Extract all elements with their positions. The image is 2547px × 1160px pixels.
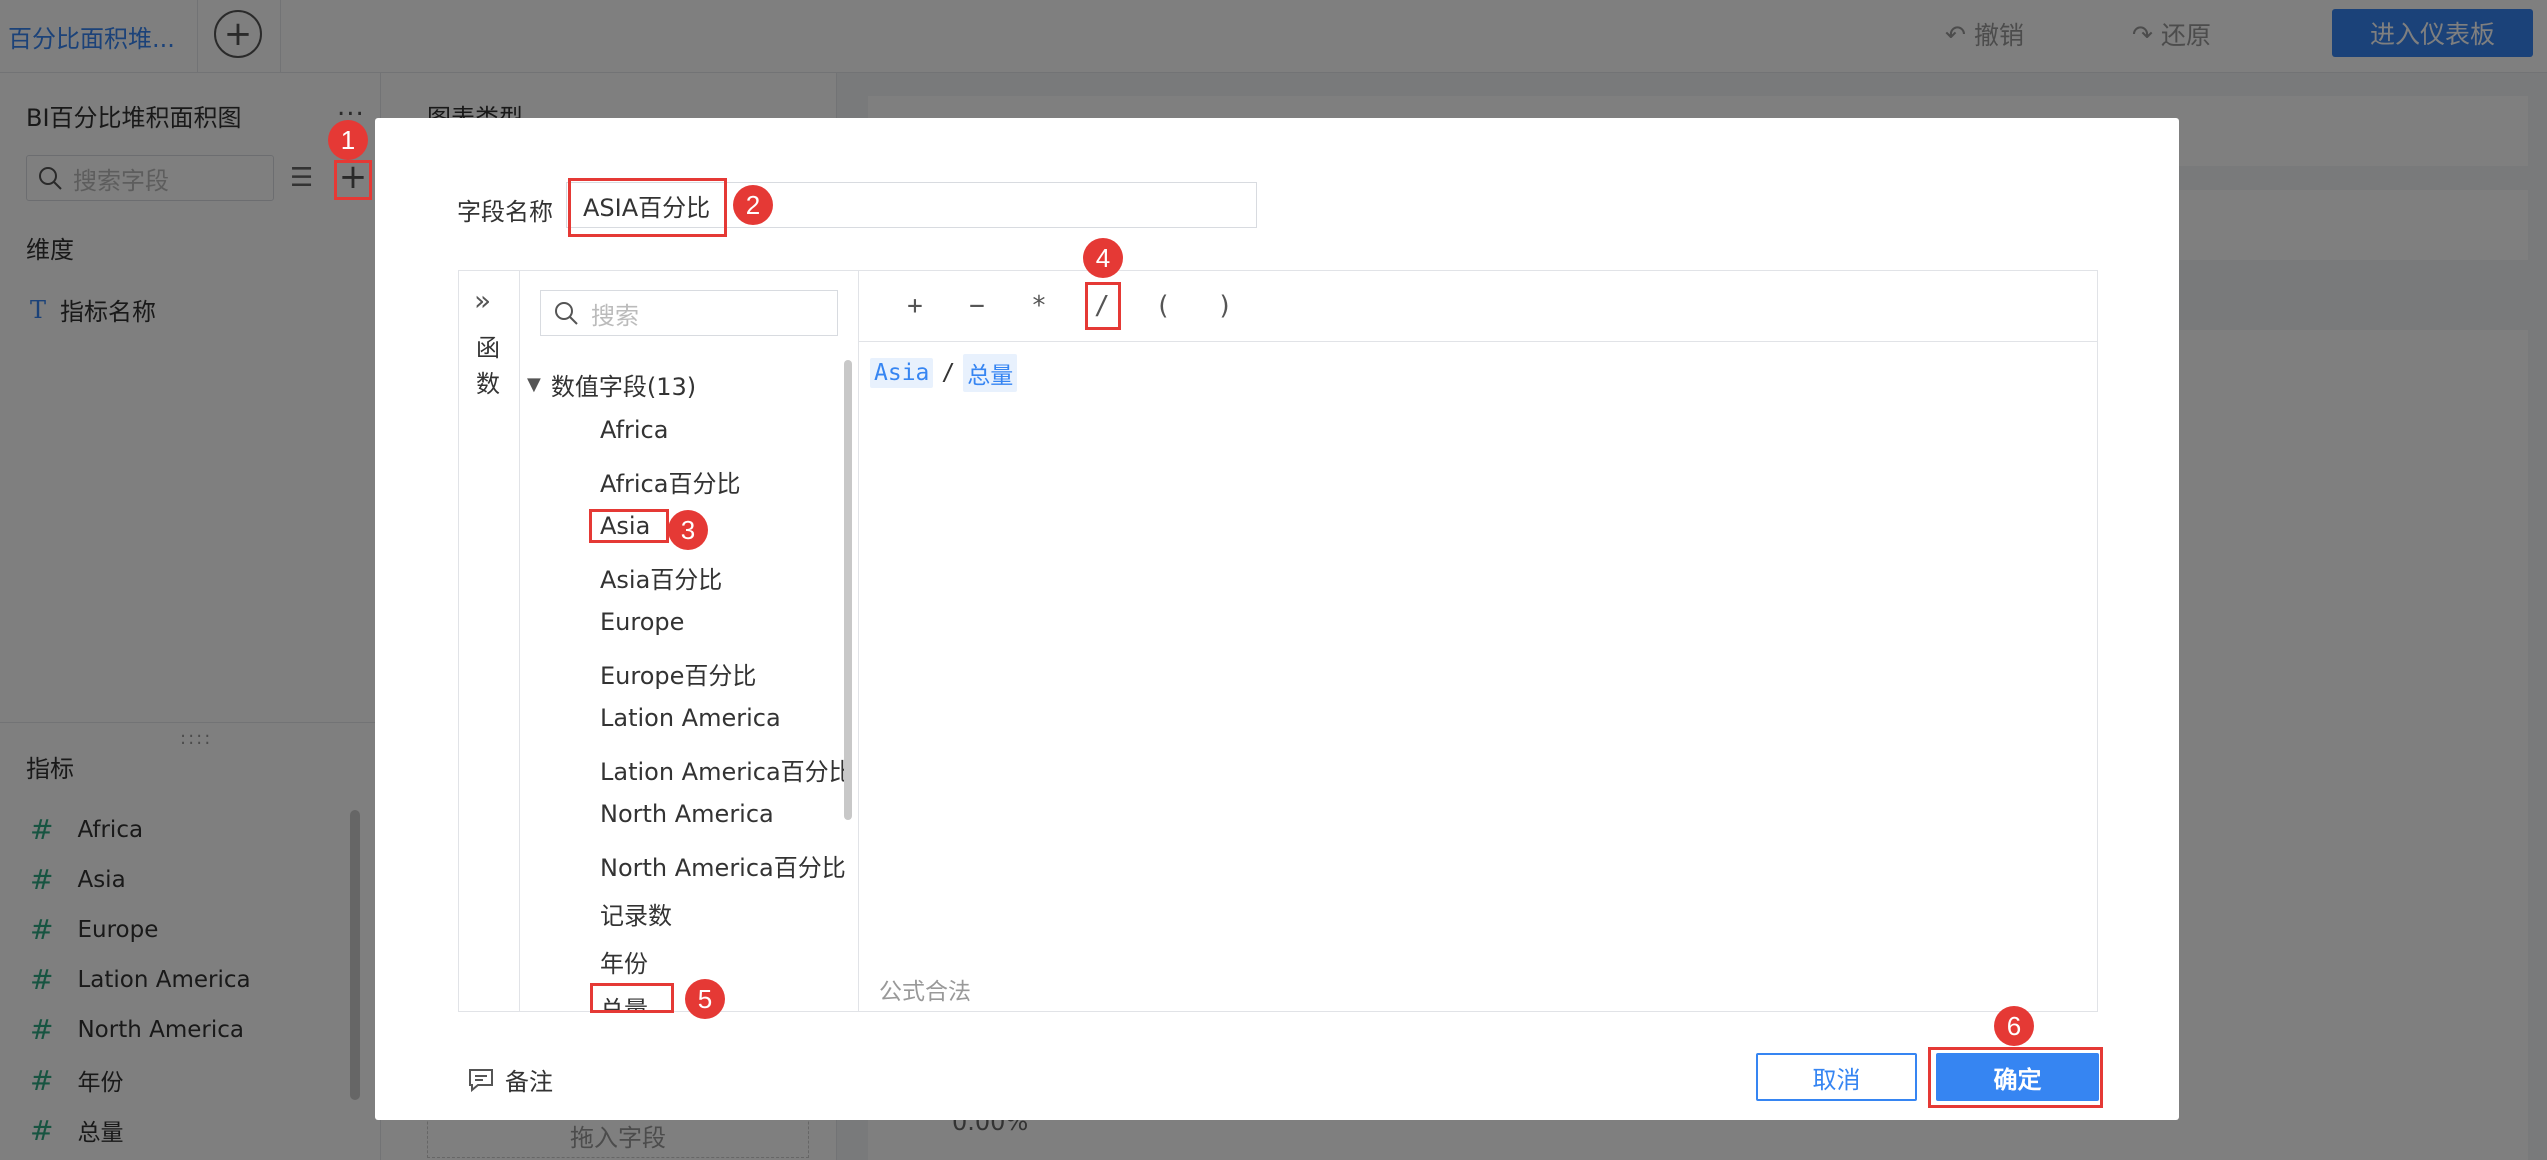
functions-label[interactable]: 函 数 bbox=[475, 330, 501, 402]
field-item-year[interactable]: 年份 bbox=[600, 944, 648, 979]
annotation-box-1 bbox=[334, 160, 372, 200]
caret-down-icon: ▼ bbox=[527, 374, 541, 395]
field-name-label: 字段名称 bbox=[457, 198, 553, 226]
field-item-lation-america-pct[interactable]: Lation America百分比 bbox=[600, 752, 853, 787]
fields-search-input[interactable]: 搜索 bbox=[540, 290, 838, 336]
annotation-box-6 bbox=[1928, 1047, 2103, 1108]
search-icon bbox=[555, 302, 578, 325]
field-item-africa-pct[interactable]: Africa百分比 bbox=[600, 464, 740, 499]
field-list-scrollbar[interactable] bbox=[844, 360, 852, 820]
formula-operator: / bbox=[941, 360, 956, 386]
formula-expression[interactable]: Asia / 总量 bbox=[870, 354, 1018, 392]
formula-token-total[interactable]: 总量 bbox=[963, 354, 1018, 392]
formula-validity: 公式合法 bbox=[879, 979, 971, 1005]
annotation-badge-6: 6 bbox=[1994, 1006, 2034, 1046]
numeric-fields-group[interactable]: ▼ 数值字段(13) bbox=[527, 367, 696, 402]
multiply-operator-button[interactable]: * bbox=[1019, 286, 1059, 326]
annotation-box-3 bbox=[589, 509, 669, 543]
group-label: 数值字段(13) bbox=[550, 373, 697, 401]
minus-operator-button[interactable]: − bbox=[957, 286, 997, 326]
field-item-africa[interactable]: Africa bbox=[600, 416, 668, 444]
annotation-box-5 bbox=[590, 983, 674, 1013]
functions-label-char: 数 bbox=[476, 370, 500, 398]
functions-label-char: 函 bbox=[476, 334, 500, 362]
remark-button[interactable]: 备注 bbox=[467, 1062, 553, 1097]
annotation-box-2 bbox=[568, 178, 727, 237]
field-item-europe[interactable]: Europe bbox=[600, 608, 684, 636]
left-paren-button[interactable]: ( bbox=[1143, 286, 1183, 326]
field-item-north-america[interactable]: North America bbox=[600, 800, 774, 828]
right-paren-button[interactable]: ) bbox=[1205, 286, 1245, 326]
annotation-box-4 bbox=[1085, 282, 1121, 330]
annotation-badge-3: 3 bbox=[668, 510, 708, 550]
annotation-badge-2: 2 bbox=[733, 185, 773, 225]
field-item-lation-america[interactable]: Lation America bbox=[600, 704, 781, 732]
field-item-europe-pct[interactable]: Europe百分比 bbox=[600, 656, 756, 691]
comment-icon bbox=[469, 1068, 493, 1092]
plus-operator-button[interactable]: + bbox=[895, 286, 935, 326]
expand-chevron-icon[interactable]: » bbox=[474, 284, 491, 317]
formula-token-asia[interactable]: Asia bbox=[870, 358, 934, 388]
cancel-button[interactable]: 取消 bbox=[1756, 1053, 1917, 1101]
field-item-record-count[interactable]: 记录数 bbox=[600, 896, 672, 931]
annotation-badge-5: 5 bbox=[685, 979, 725, 1019]
field-item-north-america-pct[interactable]: North America百分比 bbox=[600, 848, 846, 883]
remark-label: 备注 bbox=[505, 1068, 553, 1096]
search-placeholder: 搜索 bbox=[591, 301, 639, 330]
annotation-badge-1: 1 bbox=[328, 120, 368, 160]
annotation-badge-4: 4 bbox=[1083, 238, 1123, 278]
field-item-asia-pct[interactable]: Asia百分比 bbox=[600, 560, 722, 595]
